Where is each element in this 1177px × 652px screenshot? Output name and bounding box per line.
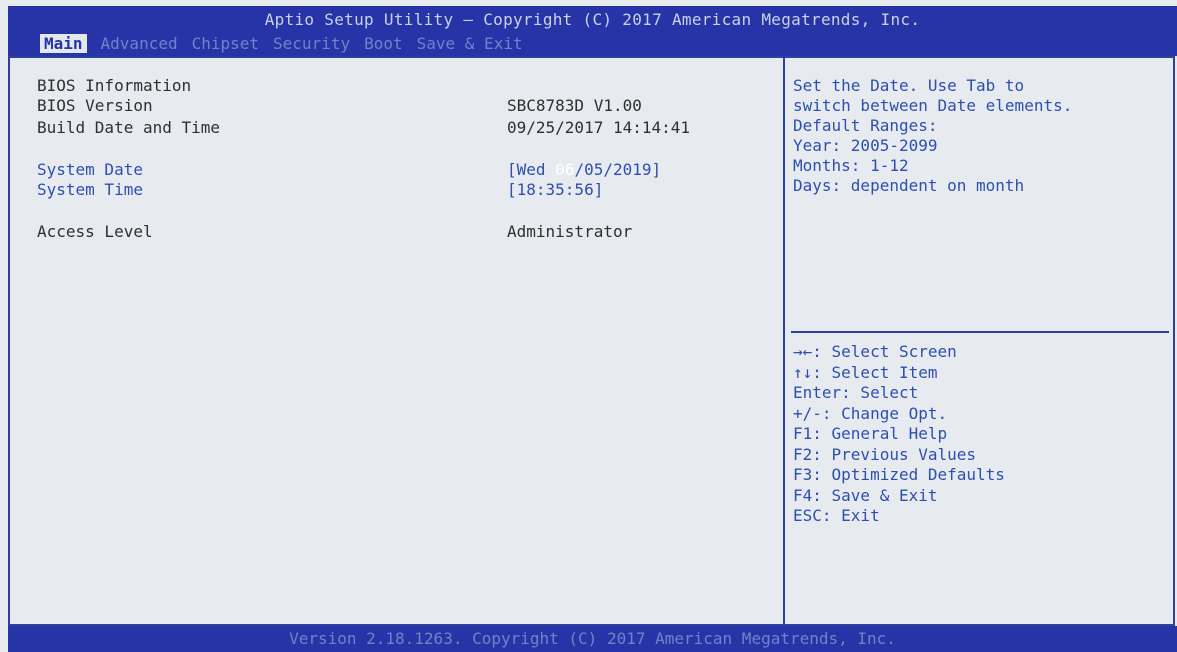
bios-version-label: BIOS Version bbox=[37, 96, 153, 115]
setup-frame: BIOS Information BIOS Version SBC8783D V… bbox=[8, 56, 1175, 626]
bios-information-heading: BIOS Information bbox=[37, 76, 192, 95]
tab-security[interactable]: Security bbox=[273, 34, 350, 53]
system-time-label[interactable]: System Time bbox=[37, 180, 143, 199]
build-date-value: 09/25/2017 14:14:41 bbox=[507, 118, 691, 137]
key-general-help: F1: General Help bbox=[793, 424, 948, 443]
build-date-row: Build Date and Time 09/25/2017 14:14:41 bbox=[37, 118, 690, 140]
help-line: switch between Date elements. bbox=[793, 96, 1073, 115]
tab-bar: Main Advanced Chipset Security Boot Save… bbox=[40, 34, 523, 53]
build-date-label: Build Date and Time bbox=[37, 118, 221, 137]
key-legend: →←: Select Screen ↑↓: Select Item Enter:… bbox=[793, 342, 1005, 527]
tab-save-exit[interactable]: Save & Exit bbox=[417, 34, 523, 53]
help-line: Set the Date. Use Tab to bbox=[793, 76, 1025, 95]
help-line: Months: 1-12 bbox=[793, 156, 909, 175]
tab-main[interactable]: Main bbox=[40, 34, 87, 53]
tab-advanced[interactable]: Advanced bbox=[101, 34, 178, 53]
key-optimized-defaults: F3: Optimized Defaults bbox=[793, 465, 1005, 484]
help-line: Year: 2005-2099 bbox=[793, 136, 938, 155]
key-previous-values: F2: Previous Values bbox=[793, 444, 977, 464]
system-time-value[interactable]: [18:35:56] bbox=[507, 180, 603, 199]
system-date-row[interactable]: System Date [Wed 06/05/2019] bbox=[37, 160, 661, 182]
bios-version-row: BIOS Version SBC8783D V1.00 bbox=[37, 96, 642, 118]
key-save-exit: F4: Save & Exit bbox=[793, 485, 938, 505]
key-change-option: +/-: Change Opt. bbox=[793, 403, 948, 423]
key-select-item: ↑↓: Select Item bbox=[793, 362, 938, 382]
item-help-text: Set the Date. Use Tab to switch between … bbox=[793, 76, 1072, 196]
access-level-row: Access Level Administrator bbox=[37, 222, 632, 244]
system-date-value[interactable]: [Wed 06/05/2019] bbox=[507, 160, 661, 179]
system-date-label[interactable]: System Date bbox=[37, 160, 143, 179]
access-level-value: Administrator bbox=[507, 222, 633, 241]
key-enter-select: Enter: Select bbox=[793, 383, 919, 402]
bios-version-value: SBC8783D V1.00 bbox=[507, 96, 642, 115]
tab-boot[interactable]: Boot bbox=[364, 34, 403, 53]
bios-information-row: BIOS Information bbox=[37, 76, 191, 98]
help-panel: Set the Date. Use Tab to switch between … bbox=[787, 58, 1173, 624]
system-date-weekday: [Wed bbox=[507, 160, 556, 179]
help-divider bbox=[791, 331, 1169, 333]
system-time-row[interactable]: System Time [18:35:56] bbox=[37, 180, 603, 202]
system-date-day-year: /05/2019] bbox=[574, 160, 662, 179]
help-line: Days: dependent on month bbox=[793, 176, 1025, 195]
app-title: Aptio Setup Utility – Copyright (C) 2017… bbox=[264, 10, 921, 29]
key-escape-exit: ESC: Exit bbox=[793, 506, 880, 525]
version-footer: Version 2.18.1263. Copyright (C) 2017 Am… bbox=[8, 626, 1177, 652]
key-select-screen: →←: Select Screen bbox=[793, 342, 957, 361]
main-panel: BIOS Information BIOS Version SBC8783D V… bbox=[10, 58, 785, 624]
help-line: Default Ranges: bbox=[793, 116, 938, 135]
access-level-label: Access Level bbox=[37, 222, 153, 241]
title-bar: Aptio Setup Utility – Copyright (C) 2017… bbox=[8, 6, 1177, 56]
tab-chipset[interactable]: Chipset bbox=[192, 34, 259, 53]
system-date-month-field[interactable]: 06 bbox=[555, 160, 574, 179]
